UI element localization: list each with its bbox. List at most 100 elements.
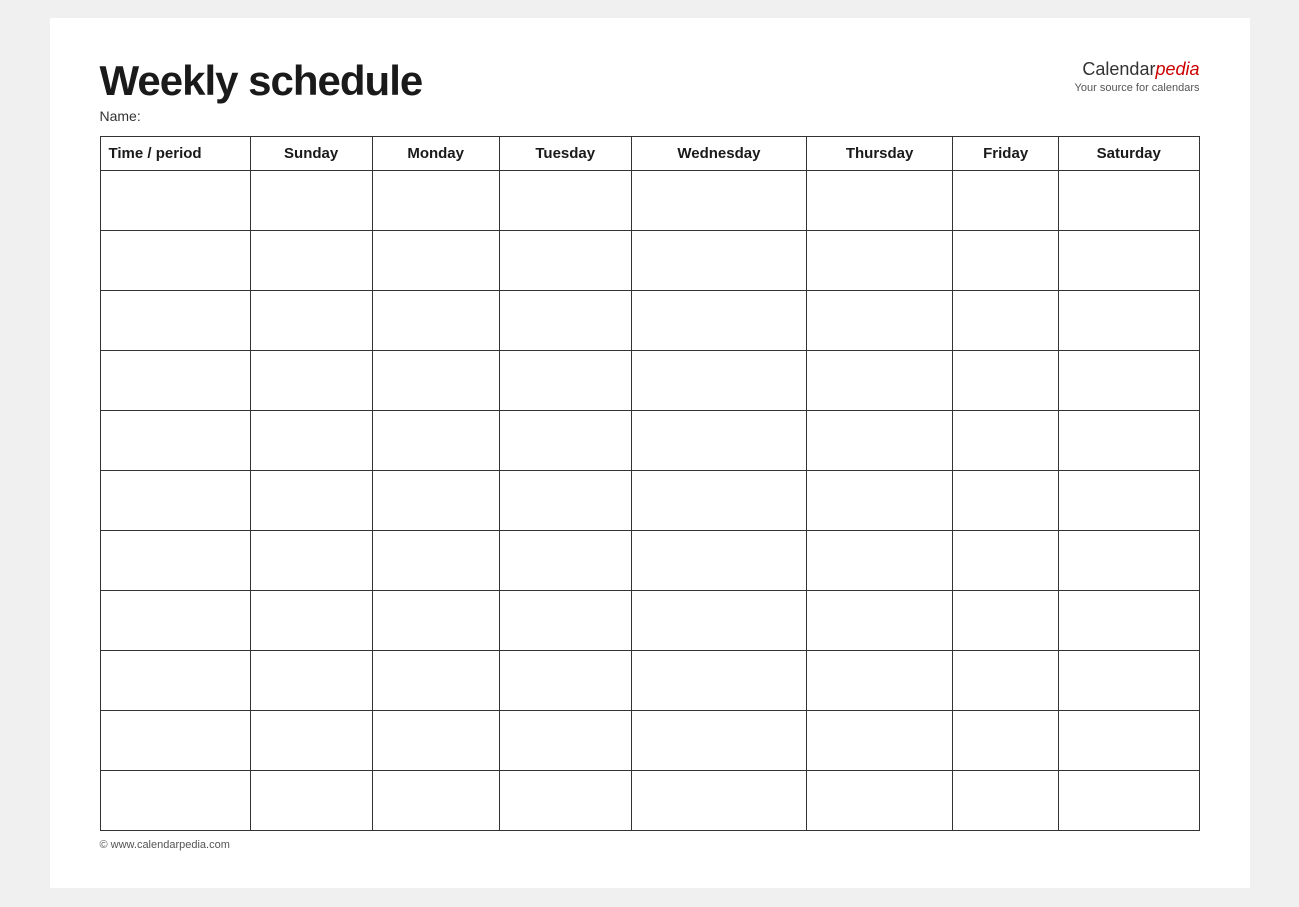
day-cell[interactable]: [953, 651, 1059, 711]
day-cell[interactable]: [250, 291, 372, 351]
day-cell[interactable]: [499, 231, 631, 291]
day-cell[interactable]: [806, 351, 953, 411]
day-cell[interactable]: [1058, 411, 1199, 471]
time-cell[interactable]: [100, 591, 250, 651]
day-cell[interactable]: [953, 711, 1059, 771]
day-cell[interactable]: [499, 471, 631, 531]
day-cell[interactable]: [953, 771, 1059, 831]
day-cell[interactable]: [499, 711, 631, 771]
day-cell[interactable]: [499, 651, 631, 711]
day-cell[interactable]: [953, 171, 1059, 231]
page-header: Weekly schedule Name: Calendarpedia Your…: [100, 58, 1200, 124]
day-cell[interactable]: [250, 651, 372, 711]
day-cell[interactable]: [631, 171, 806, 231]
day-cell[interactable]: [372, 471, 499, 531]
day-cell[interactable]: [631, 651, 806, 711]
logo-pedia-word: pedia: [1155, 59, 1199, 79]
day-cell[interactable]: [372, 651, 499, 711]
day-cell[interactable]: [1058, 351, 1199, 411]
day-cell[interactable]: [372, 531, 499, 591]
day-cell[interactable]: [499, 351, 631, 411]
page: Weekly schedule Name: Calendarpedia Your…: [50, 18, 1250, 888]
day-cell[interactable]: [631, 411, 806, 471]
day-cell[interactable]: [499, 171, 631, 231]
footer: © www.calendarpedia.com: [100, 839, 1200, 851]
day-cell[interactable]: [1058, 231, 1199, 291]
day-cell[interactable]: [953, 231, 1059, 291]
day-cell[interactable]: [250, 171, 372, 231]
day-cell[interactable]: [953, 591, 1059, 651]
day-cell[interactable]: [806, 411, 953, 471]
day-cell[interactable]: [1058, 591, 1199, 651]
day-cell[interactable]: [372, 711, 499, 771]
day-cell[interactable]: [631, 351, 806, 411]
day-cell[interactable]: [372, 591, 499, 651]
day-cell[interactable]: [372, 771, 499, 831]
day-cell[interactable]: [499, 531, 631, 591]
day-cell[interactable]: [631, 771, 806, 831]
day-cell[interactable]: [499, 591, 631, 651]
time-cell[interactable]: [100, 411, 250, 471]
day-cell[interactable]: [499, 291, 631, 351]
day-cell[interactable]: [1058, 291, 1199, 351]
day-cell[interactable]: [1058, 471, 1199, 531]
day-cell[interactable]: [631, 291, 806, 351]
day-cell[interactable]: [1058, 711, 1199, 771]
time-cell[interactable]: [100, 471, 250, 531]
day-cell[interactable]: [250, 351, 372, 411]
title-section: Weekly schedule Name:: [100, 58, 423, 124]
time-cell[interactable]: [100, 351, 250, 411]
day-cell[interactable]: [1058, 771, 1199, 831]
day-cell[interactable]: [631, 531, 806, 591]
day-cell[interactable]: [372, 171, 499, 231]
day-cell[interactable]: [631, 471, 806, 531]
day-cell[interactable]: [953, 471, 1059, 531]
day-cell[interactable]: [372, 411, 499, 471]
time-cell[interactable]: [100, 171, 250, 231]
day-cell[interactable]: [806, 291, 953, 351]
day-cell[interactable]: [1058, 171, 1199, 231]
day-cell[interactable]: [1058, 531, 1199, 591]
day-cell[interactable]: [250, 771, 372, 831]
footer-text: © www.calendarpedia.com: [100, 839, 230, 851]
time-cell[interactable]: [100, 771, 250, 831]
time-cell[interactable]: [100, 711, 250, 771]
day-cell[interactable]: [250, 411, 372, 471]
schedule-table: Time / period Sunday Monday Tuesday Wedn…: [100, 136, 1200, 831]
col-header-monday: Monday: [372, 137, 499, 171]
table-row: [100, 471, 1199, 531]
day-cell[interactable]: [953, 411, 1059, 471]
day-cell[interactable]: [806, 711, 953, 771]
day-cell[interactable]: [806, 471, 953, 531]
table-row: [100, 711, 1199, 771]
time-cell[interactable]: [100, 651, 250, 711]
day-cell[interactable]: [953, 291, 1059, 351]
day-cell[interactable]: [1058, 651, 1199, 711]
day-cell[interactable]: [806, 771, 953, 831]
day-cell[interactable]: [250, 231, 372, 291]
day-cell[interactable]: [372, 351, 499, 411]
day-cell[interactable]: [631, 231, 806, 291]
day-cell[interactable]: [499, 411, 631, 471]
day-cell[interactable]: [953, 351, 1059, 411]
day-cell[interactable]: [499, 771, 631, 831]
day-cell[interactable]: [250, 531, 372, 591]
table-row: [100, 771, 1199, 831]
time-cell[interactable]: [100, 231, 250, 291]
day-cell[interactable]: [250, 471, 372, 531]
day-cell[interactable]: [372, 291, 499, 351]
day-cell[interactable]: [806, 591, 953, 651]
day-cell[interactable]: [806, 171, 953, 231]
day-cell[interactable]: [372, 231, 499, 291]
day-cell[interactable]: [631, 711, 806, 771]
day-cell[interactable]: [250, 711, 372, 771]
day-cell[interactable]: [631, 591, 806, 651]
day-cell[interactable]: [250, 591, 372, 651]
day-cell[interactable]: [806, 651, 953, 711]
time-cell[interactable]: [100, 291, 250, 351]
table-row: [100, 531, 1199, 591]
time-cell[interactable]: [100, 531, 250, 591]
day-cell[interactable]: [953, 531, 1059, 591]
day-cell[interactable]: [806, 231, 953, 291]
day-cell[interactable]: [806, 531, 953, 591]
